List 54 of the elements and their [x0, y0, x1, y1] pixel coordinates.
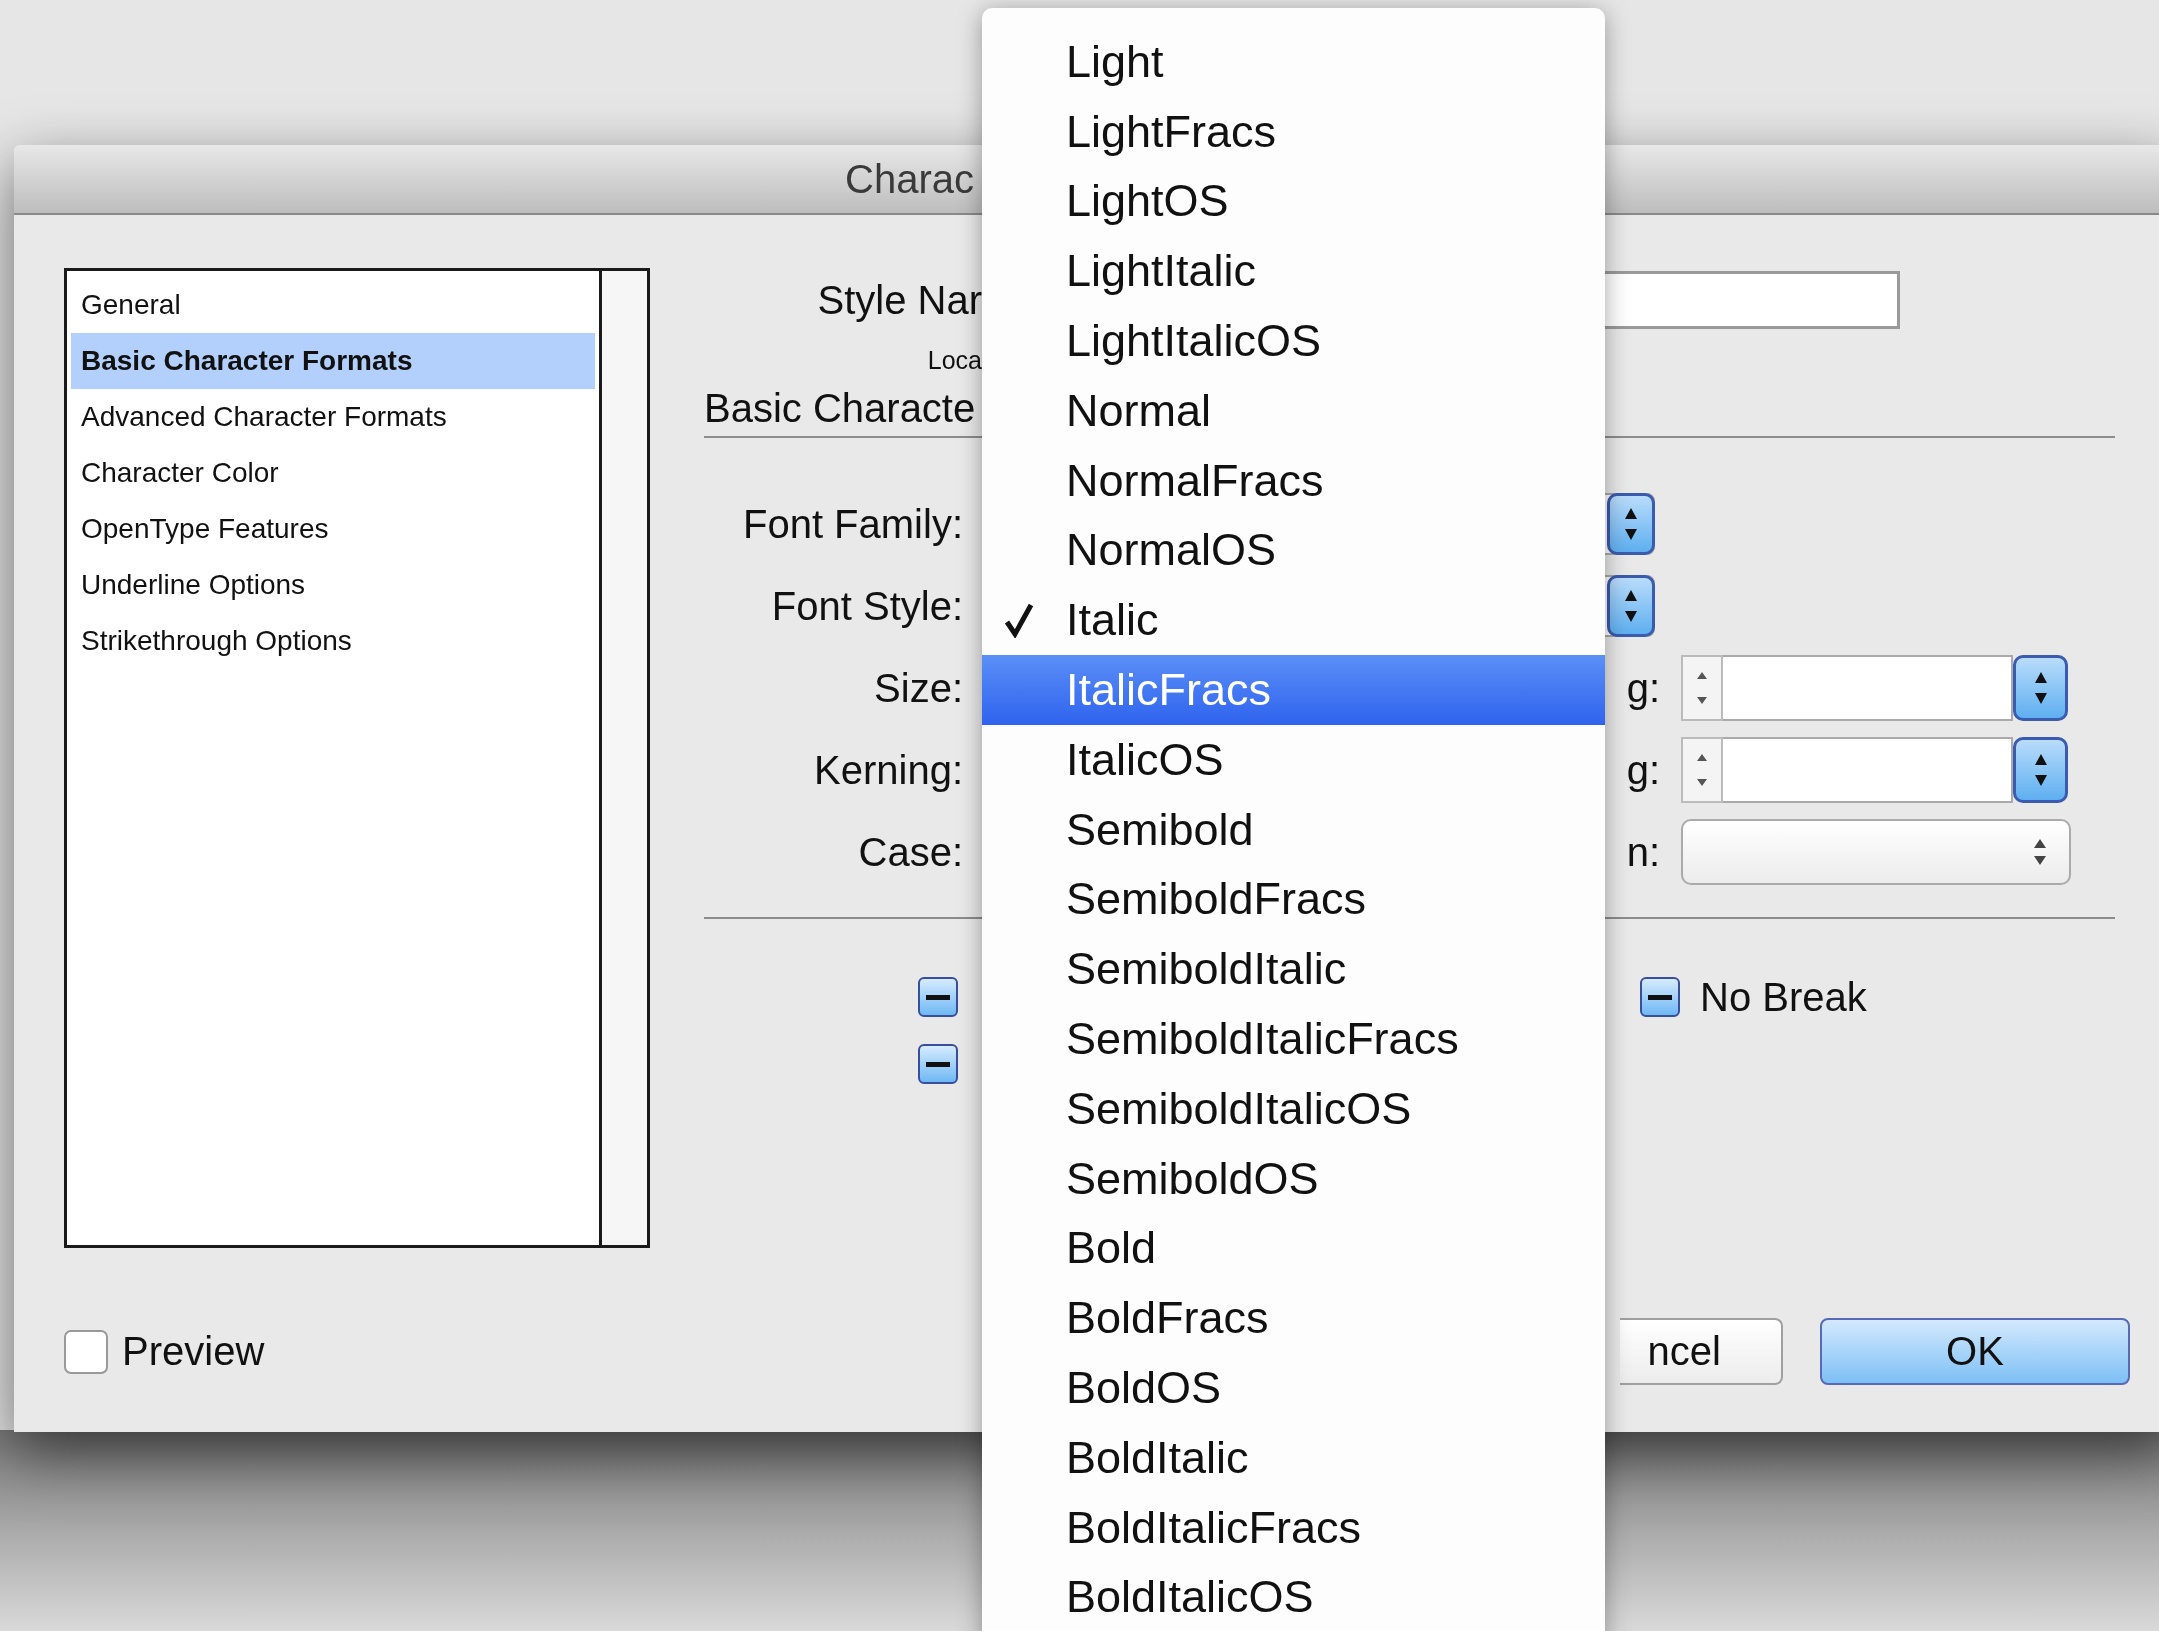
- category-item[interactable]: Basic Character Formats: [71, 333, 595, 389]
- checkbox[interactable]: [918, 977, 958, 1017]
- menu-item[interactable]: ItalicFracs: [982, 655, 1605, 725]
- menu-item[interactable]: Semibold: [982, 794, 1605, 865]
- menu-item[interactable]: NormalOS: [982, 515, 1605, 586]
- menu-item[interactable]: SemiboldItalic: [982, 934, 1605, 1005]
- stepper-button[interactable]: [2013, 655, 2068, 721]
- category-item[interactable]: Advanced Character Formats: [71, 389, 595, 445]
- menu-item[interactable]: NormalFracs: [982, 445, 1605, 516]
- field-label: n:: [1625, 829, 1660, 875]
- menu-item[interactable]: BoldItalicFracs: [982, 1492, 1605, 1563]
- menu-item[interactable]: BoldFracs: [982, 1283, 1605, 1354]
- menu-item[interactable]: BoldItalicOS: [982, 1562, 1605, 1631]
- field-label: g:: [1625, 747, 1660, 793]
- style-name-label: Style Nar: [816, 277, 982, 323]
- checkbox[interactable]: [1640, 977, 1680, 1017]
- field-label: Size:: [873, 665, 963, 711]
- category-item[interactable]: OpenType Features: [71, 501, 595, 557]
- window-title: Charac: [845, 156, 974, 202]
- menu-item[interactable]: SemiboldItalicFracs: [982, 1004, 1605, 1074]
- field-label: Kerning:: [813, 747, 963, 793]
- checkbox[interactable]: [918, 1044, 958, 1084]
- value-field[interactable]: [1723, 655, 2013, 721]
- category-item[interactable]: General: [71, 277, 595, 333]
- menu-item[interactable]: LightFracs: [982, 96, 1605, 167]
- field-label: g:: [1625, 665, 1660, 711]
- category-item[interactable]: Character Color: [71, 445, 595, 501]
- category-item[interactable]: Strikethrough Options: [71, 613, 595, 669]
- location-label: Loca: [927, 345, 982, 375]
- value-field[interactable]: [1723, 737, 2013, 803]
- checkbox-label: No Break: [1700, 974, 1867, 1020]
- stepper-button[interactable]: [1607, 493, 1655, 555]
- stepper-button[interactable]: [2013, 737, 2068, 803]
- menu-item[interactable]: Bold: [982, 1213, 1605, 1284]
- field-label: Font Style:: [770, 583, 963, 629]
- menu-item[interactable]: Italic: [982, 585, 1605, 656]
- field-label: Case:: [857, 829, 963, 875]
- checkbox-label: Preview: [122, 1329, 265, 1374]
- cancel-button[interactable]: ncel: [1620, 1318, 1783, 1385]
- category-item[interactable]: Underline Options: [71, 557, 595, 613]
- menu-item[interactable]: SemiboldOS: [982, 1143, 1605, 1214]
- menu-item[interactable]: LightItalic: [982, 236, 1605, 307]
- menu-item[interactable]: LightItalicOS: [982, 306, 1605, 376]
- ok-button[interactable]: OK: [1820, 1318, 2130, 1385]
- menu-item[interactable]: LightOS: [982, 166, 1605, 237]
- menu-item[interactable]: SemiboldItalicOS: [982, 1073, 1605, 1144]
- menu-item[interactable]: BoldOS: [982, 1353, 1605, 1423]
- menu-item[interactable]: Light: [982, 27, 1605, 97]
- checkbox[interactable]: [64, 1329, 108, 1374]
- stepper-button[interactable]: [1607, 575, 1655, 637]
- field-label: Font Family:: [741, 501, 963, 547]
- menu-item[interactable]: ItalicOS: [982, 724, 1605, 795]
- menu-item[interactable]: BoldItalic: [982, 1422, 1605, 1493]
- menu-item[interactable]: SemiboldFracs: [982, 864, 1605, 935]
